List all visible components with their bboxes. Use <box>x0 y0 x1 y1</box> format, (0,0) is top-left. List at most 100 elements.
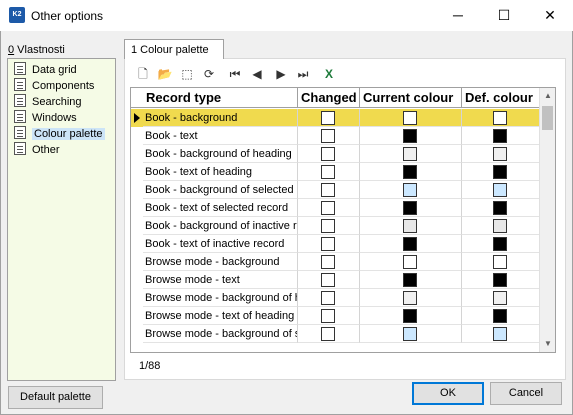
changed-cell[interactable] <box>298 307 360 325</box>
current-colour-swatch[interactable] <box>403 237 417 251</box>
record-type-cell[interactable]: Book - background of inactive re <box>143 217 298 235</box>
changed-cell[interactable] <box>298 199 360 217</box>
last-icon[interactable]: ⏭ <box>294 65 312 83</box>
column-header-def-colour[interactable]: Def. colour <box>462 88 540 108</box>
category-item[interactable]: Other <box>14 142 60 158</box>
current-colour-cell[interactable] <box>360 307 462 325</box>
category-item[interactable]: Searching <box>14 94 82 110</box>
table-row[interactable]: Browse mode - background <box>131 253 540 271</box>
current-colour-swatch[interactable] <box>403 327 417 341</box>
column-header-record-type[interactable]: Record type <box>143 88 298 108</box>
changed-cell[interactable] <box>298 271 360 289</box>
excel-icon[interactable]: X <box>320 65 338 83</box>
changed-checkbox[interactable] <box>321 237 335 251</box>
scroll-down-icon[interactable]: ▼ <box>540 336 555 352</box>
record-type-cell[interactable]: Book - background of heading <box>143 145 298 163</box>
current-colour-swatch[interactable] <box>403 183 417 197</box>
ok-button[interactable]: OK <box>412 382 484 405</box>
maximize-button[interactable]: ☐ <box>481 0 527 31</box>
table-row[interactable]: Book - text <box>131 127 540 145</box>
changed-checkbox[interactable] <box>321 165 335 179</box>
tab-colour-palette[interactable]: 1 Colour palette <box>124 39 224 59</box>
changed-checkbox[interactable] <box>321 291 335 305</box>
current-colour-cell[interactable] <box>360 271 462 289</box>
current-colour-cell[interactable] <box>360 199 462 217</box>
changed-checkbox[interactable] <box>321 255 335 269</box>
changed-checkbox[interactable] <box>321 147 335 161</box>
table-row[interactable]: Book - text of heading <box>131 163 540 181</box>
current-colour-swatch[interactable] <box>403 273 417 287</box>
changed-cell[interactable] <box>298 145 360 163</box>
record-type-cell[interactable]: Browse mode - background of h <box>143 289 298 307</box>
changed-checkbox[interactable] <box>321 309 335 323</box>
current-colour-cell[interactable] <box>360 235 462 253</box>
scroll-up-icon[interactable]: ▲ <box>540 88 555 104</box>
category-item[interactable]: Components <box>14 78 94 94</box>
record-type-cell[interactable]: Book - background <box>143 109 298 127</box>
current-colour-swatch[interactable] <box>403 291 417 305</box>
new-icon[interactable]: 🗋 <box>134 65 152 83</box>
column-header-current-colour[interactable]: Current colour <box>360 88 462 108</box>
changed-checkbox[interactable] <box>321 111 335 125</box>
table-row[interactable]: Book - background of inactive re <box>131 217 540 235</box>
changed-checkbox[interactable] <box>321 273 335 287</box>
record-type-cell[interactable]: Browse mode - text <box>143 271 298 289</box>
current-colour-cell[interactable] <box>360 217 462 235</box>
table-row[interactable]: Browse mode - text of heading <box>131 307 540 325</box>
record-type-cell[interactable]: Book - text of selected record <box>143 199 298 217</box>
changed-checkbox[interactable] <box>321 219 335 233</box>
changed-checkbox[interactable] <box>321 183 335 197</box>
category-item[interactable]: Windows <box>14 110 77 126</box>
default-palette-button[interactable]: Default palette <box>8 386 103 409</box>
current-colour-cell[interactable] <box>360 163 462 181</box>
table-row[interactable]: Book - background <box>131 109 540 127</box>
record-type-cell[interactable]: Book - background of selected r <box>143 181 298 199</box>
current-colour-swatch[interactable] <box>403 255 417 269</box>
current-colour-swatch[interactable] <box>403 201 417 215</box>
table-row[interactable]: Browse mode - background of s <box>131 325 540 343</box>
current-colour-cell[interactable] <box>360 253 462 271</box>
prev-icon[interactable]: ◀ <box>248 65 266 83</box>
table-row[interactable]: Book - background of selected r <box>131 181 540 199</box>
record-type-cell[interactable]: Book - text of inactive record <box>143 235 298 253</box>
current-colour-swatch[interactable] <box>403 111 417 125</box>
changed-cell[interactable] <box>298 325 360 343</box>
changed-cell[interactable] <box>298 253 360 271</box>
current-colour-swatch[interactable] <box>403 219 417 233</box>
grid-vertical-scrollbar[interactable]: ▲ ▼ <box>539 88 555 352</box>
next-icon[interactable]: ▶ <box>272 65 290 83</box>
record-type-cell[interactable]: Browse mode - background of s <box>143 325 298 343</box>
open-icon[interactable]: 📂 <box>156 65 174 83</box>
changed-checkbox[interactable] <box>321 129 335 143</box>
table-row[interactable]: Book - text of inactive record <box>131 235 540 253</box>
table-row[interactable]: Browse mode - background of h <box>131 289 540 307</box>
changed-cell[interactable] <box>298 217 360 235</box>
record-type-cell[interactable]: Browse mode - text of heading <box>143 307 298 325</box>
current-colour-cell[interactable] <box>360 109 462 127</box>
current-colour-cell[interactable] <box>360 127 462 145</box>
refresh-icon[interactable]: ⟳ <box>200 65 218 83</box>
changed-cell[interactable] <box>298 109 360 127</box>
record-type-cell[interactable]: Book - text of heading <box>143 163 298 181</box>
changed-cell[interactable] <box>298 181 360 199</box>
changed-cell[interactable] <box>298 163 360 181</box>
category-item[interactable]: Data grid <box>14 62 77 78</box>
first-icon[interactable]: ⏮ <box>226 65 244 83</box>
cube-icon[interactable]: ⬚ <box>178 65 196 83</box>
current-colour-cell[interactable] <box>360 145 462 163</box>
current-colour-cell[interactable] <box>360 289 462 307</box>
close-button[interactable]: ✕ <box>527 0 573 31</box>
changed-cell[interactable] <box>298 235 360 253</box>
cancel-button[interactable]: Cancel <box>490 382 562 405</box>
category-item[interactable]: Colour palette <box>14 126 105 142</box>
current-colour-swatch[interactable] <box>403 165 417 179</box>
record-type-cell[interactable]: Book - text <box>143 127 298 145</box>
current-colour-swatch[interactable] <box>403 147 417 161</box>
scroll-thumb[interactable] <box>542 106 553 130</box>
record-type-cell[interactable]: Browse mode - background <box>143 253 298 271</box>
table-row[interactable]: Book - text of selected record <box>131 199 540 217</box>
table-row[interactable]: Book - background of heading <box>131 145 540 163</box>
changed-checkbox[interactable] <box>321 201 335 215</box>
current-colour-cell[interactable] <box>360 181 462 199</box>
changed-cell[interactable] <box>298 289 360 307</box>
